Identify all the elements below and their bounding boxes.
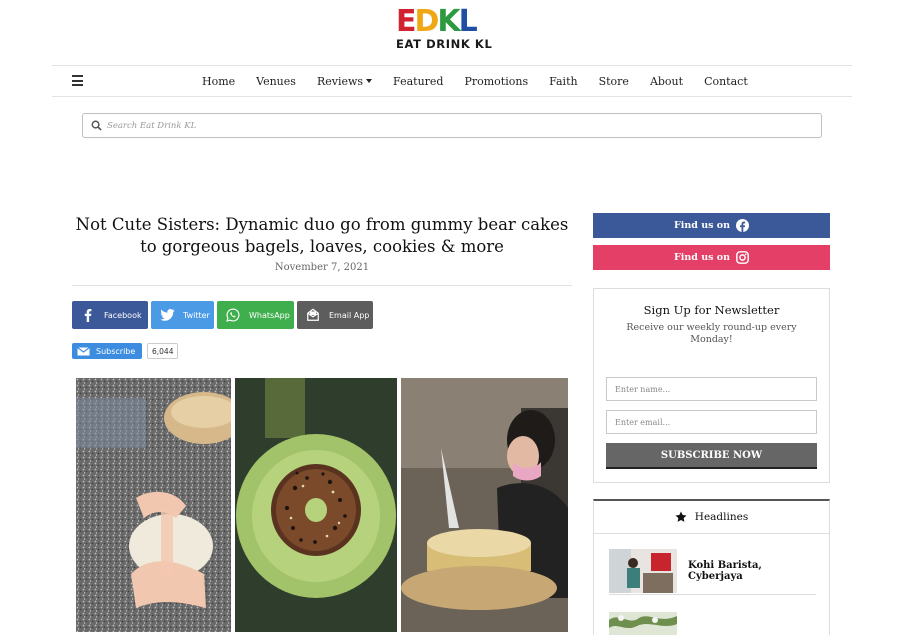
nav-item-home[interactable]: Home (202, 75, 235, 88)
facebook-icon (736, 219, 750, 232)
logo-letters: EDKL (396, 4, 510, 39)
newsletter-widget: Sign Up for Newsletter Receive our weekl… (593, 288, 830, 483)
nav-item-contact[interactable]: Contact (704, 75, 748, 88)
twitter-icon (159, 309, 175, 321)
share-twitter-label: Twitter (183, 310, 210, 320)
divider (72, 285, 572, 286)
subscribe-now-button[interactable]: SUBSCRIBE NOW (606, 443, 817, 469)
subscriber-count: 6,044 (147, 343, 179, 359)
article-hero-images (76, 378, 568, 632)
logo-tagline: EAT DRINK KL (396, 37, 493, 51)
headline-thumbnail (609, 549, 677, 593)
logo-letter: E (396, 4, 416, 39)
nav-items: Home Venues Reviews Featured Promotions … (202, 66, 769, 96)
find-us-instagram-button[interactable]: Find us on (593, 245, 830, 270)
headlines-widget: Headlines Kohi Barista, Cyberjaya (593, 499, 830, 635)
youtube-subscribe: Subscribe 6,044 (72, 343, 179, 359)
nav-item-faith[interactable]: Faith (549, 75, 577, 88)
find-us-instagram-label: Find us on (673, 252, 731, 263)
email-icon (305, 308, 321, 322)
star-icon (675, 511, 687, 523)
logo-letter: D (414, 4, 440, 39)
share-buttons: Facebook Twitter WhatsApp Email App (72, 301, 376, 329)
newsletter-title: Sign Up for Newsletter (643, 303, 780, 317)
headlines-title: Headlines (694, 511, 749, 523)
headline-thumbnail (609, 612, 677, 635)
newsletter-email-field[interactable] (606, 410, 817, 434)
chevron-down-icon (366, 78, 373, 83)
share-whatsapp-button[interactable]: WhatsApp (217, 301, 294, 329)
share-twitter-button[interactable]: Twitter (151, 301, 214, 329)
article-date: November 7, 2021 (274, 262, 370, 273)
find-us-facebook-label: Find us on (673, 220, 731, 231)
main-nav: Home Venues Reviews Featured Promotions … (52, 65, 852, 97)
facebook-icon (80, 308, 96, 322)
photo-bagel-plate (235, 378, 397, 632)
headline-item[interactable]: Kohi Barista, Cyberjaya (609, 549, 816, 595)
share-facebook-button[interactable]: Facebook (72, 301, 148, 329)
article-title: Not Cute Sisters: Dynamic duo go from gu… (75, 215, 569, 256)
hamburger-menu-icon[interactable] (72, 75, 83, 86)
nav-item-featured[interactable]: Featured (393, 75, 443, 88)
logo-letter: K (437, 4, 460, 39)
nav-item-promotions[interactable]: Promotions (464, 75, 528, 88)
nav-item-about[interactable]: About (650, 75, 683, 88)
headline-title: Kohi Barista, Cyberjaya (688, 560, 762, 582)
whatsapp-icon (225, 308, 241, 322)
mail-icon (77, 346, 90, 356)
headlines-header: Headlines (594, 501, 829, 534)
share-whatsapp-label: WhatsApp (249, 310, 290, 320)
share-facebook-label: Facebook (104, 310, 142, 320)
share-email-button[interactable]: Email App (297, 301, 373, 329)
logo-letter: L (458, 4, 478, 39)
newsletter-name-field[interactable] (606, 377, 817, 401)
search-icon (91, 120, 102, 131)
photo-dough-kneading (76, 378, 231, 632)
site-logo[interactable]: EDKL EAT DRINK KL (396, 4, 510, 52)
search-input[interactable] (107, 120, 787, 131)
subscribe-button[interactable]: Subscribe (72, 343, 142, 359)
nav-item-reviews-label: Reviews (316, 74, 364, 88)
share-email-label: Email App (329, 310, 370, 320)
newsletter-subtitle: Receive our weekly round-up every Monday… (626, 322, 797, 345)
search-bar (82, 113, 822, 138)
photo-cake-decorating (401, 378, 568, 632)
nav-item-venues[interactable]: Venues (256, 75, 296, 88)
find-us-facebook-button[interactable]: Find us on (593, 213, 830, 238)
nav-item-reviews[interactable]: Reviews (316, 74, 373, 88)
nav-item-store[interactable]: Store (599, 75, 629, 88)
subscribe-label: Subscribe (96, 346, 136, 356)
instagram-icon (736, 251, 749, 264)
